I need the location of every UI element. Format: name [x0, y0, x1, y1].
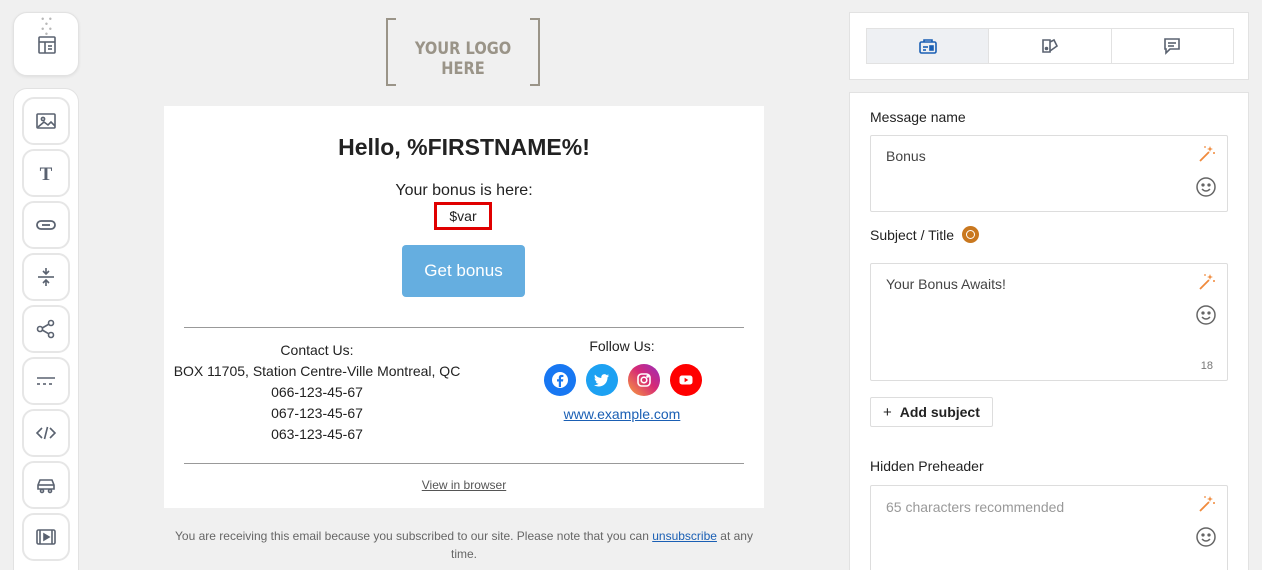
twitter-link[interactable] [586, 364, 618, 396]
button-icon [36, 220, 56, 230]
email-greeting[interactable]: Hello, %FIRSTNAME%! [164, 134, 764, 161]
website-link[interactable]: www.example.com [530, 406, 714, 422]
message-name-label: Message name [870, 109, 966, 125]
divider-icon [37, 377, 55, 385]
view-in-browser-link[interactable]: View in browser [164, 478, 764, 492]
youtube-icon [679, 375, 693, 385]
social-block-tool[interactable] [22, 305, 70, 353]
text-icon: T [40, 164, 53, 184]
email-content[interactable]: Hello, %FIRSTNAME%! Your bonus is here: … [164, 106, 764, 508]
unsubscribe-link[interactable]: unsubscribe [652, 529, 717, 543]
bonus-text[interactable]: Your bonus is here: [164, 182, 764, 200]
button-block-tool[interactable] [22, 201, 70, 249]
message-name-value: Bonus [886, 148, 926, 164]
preheader-input[interactable]: 65 characters recommended [870, 485, 1228, 570]
contact-phone: 067-123-45-67 [271, 405, 363, 421]
spacer-block-tool[interactable] [22, 253, 70, 301]
emoji-icon[interactable] [1195, 526, 1217, 548]
video-icon [36, 529, 56, 545]
emoji-icon[interactable] [1195, 176, 1217, 198]
html-icon [35, 426, 57, 440]
logo-bracket-right [530, 18, 540, 86]
contact-address: BOX 11705, Station Centre-Ville Montreal… [173, 363, 461, 379]
emoji-icon[interactable] [1195, 304, 1217, 326]
youtube-link[interactable] [670, 364, 702, 396]
footer-text: You are receiving this email because you… [175, 529, 653, 543]
subject-input[interactable]: Your Bonus Awaits! 18 [870, 263, 1228, 381]
tab-message-settings[interactable] [867, 29, 990, 63]
settings-tabs [866, 28, 1234, 64]
logo-bracket-left [386, 18, 396, 86]
contact-phone: 066-123-45-67 [271, 384, 363, 400]
divider [184, 463, 744, 464]
get-bonus-button[interactable]: Get bonus [402, 245, 525, 297]
contact-phone: 063-123-45-67 [271, 426, 363, 442]
variable-placeholder[interactable]: $var [434, 202, 492, 230]
instagram-link[interactable] [628, 364, 660, 396]
svg-text:T: T [40, 164, 53, 184]
social-links [544, 364, 704, 396]
subject-label: Subject / Title [870, 227, 955, 243]
facebook-icon [552, 372, 568, 388]
social-icon [36, 319, 55, 339]
add-subject-label: Add subject [899, 404, 980, 420]
drag-handle-icon[interactable]: • • • • • • [39, 15, 55, 39]
preheader-placeholder: 65 characters recommended [886, 499, 1065, 515]
add-subject-button[interactable]: + Add subject [870, 397, 993, 427]
preheader-label: Hidden Preheader [870, 458, 984, 474]
product-block-tool[interactable] [22, 461, 70, 509]
facebook-link[interactable] [544, 364, 576, 396]
image-block-tool[interactable] [22, 97, 70, 145]
template-structure-block[interactable]: • • • • • • [13, 12, 79, 76]
logo-text: YOUR LOGO HERE [414, 39, 512, 79]
contact-title: Contact Us: [280, 342, 354, 358]
twitter-icon [594, 374, 609, 387]
image-icon [36, 113, 56, 129]
comments-icon [1164, 38, 1181, 55]
tab-appearance[interactable] [989, 29, 1112, 63]
follow-title: Follow Us: [589, 338, 655, 354]
tab-comments[interactable] [1112, 29, 1233, 63]
contact-block[interactable]: Contact Us: BOX 11705, Station Centre-Vi… [164, 340, 470, 445]
magic-wand-icon[interactable] [1197, 144, 1217, 164]
spacer-icon [38, 268, 54, 286]
content-blocks-panel: T [13, 88, 79, 570]
magic-wand-icon[interactable] [1197, 494, 1217, 514]
instagram-icon [637, 373, 651, 387]
appearance-icon [1042, 38, 1059, 53]
email-footer[interactable]: You are receiving this email because you… [164, 527, 764, 563]
subject-value: Your Bonus Awaits! [886, 276, 1006, 292]
message-settings-icon [918, 39, 937, 54]
divider [184, 327, 744, 328]
product-icon [37, 479, 55, 494]
settings-tabs-card [849, 12, 1249, 80]
template-icon [38, 36, 56, 54]
warning-icon[interactable] [962, 226, 979, 243]
character-count: 18 [1200, 360, 1213, 372]
magic-wand-icon[interactable] [1197, 272, 1217, 292]
message-name-input[interactable]: Bonus [870, 135, 1228, 212]
video-block-tool[interactable] [22, 513, 70, 561]
divider-block-tool[interactable] [22, 357, 70, 405]
html-block-tool[interactable] [22, 409, 70, 457]
logo-placeholder[interactable]: YOUR LOGO HERE [386, 18, 540, 86]
plus-icon: + [883, 403, 892, 421]
text-block-tool[interactable]: T [22, 149, 70, 197]
message-settings-form: Message name Bonus Subject / Title Your … [849, 92, 1249, 570]
